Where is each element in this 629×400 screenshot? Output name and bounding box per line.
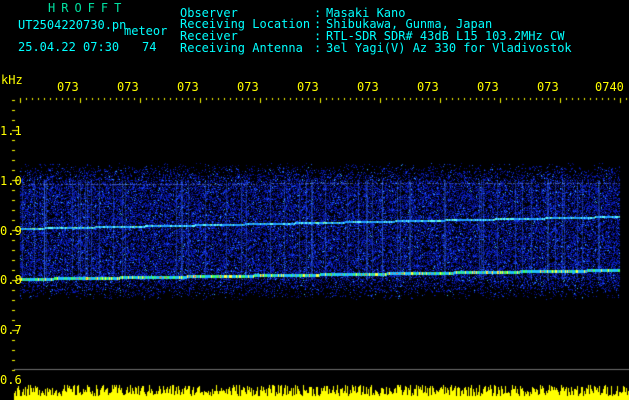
detection-type: meteor [124, 24, 168, 38]
freq-label: 0.8 [0, 273, 22, 287]
freq-label: 0.7 [0, 323, 22, 337]
app-logo: HROFFT [48, 1, 128, 15]
frequency-unit: kHz [1, 73, 23, 87]
info-label: Receiving Antenna [180, 41, 303, 55]
info-location: Receiving Location : Shibukawa, Gunma, J… [180, 17, 620, 31]
time-label: 073 [237, 80, 259, 94]
time-label: 073 [477, 80, 499, 94]
time-label: 073 [177, 80, 199, 94]
info-value: 3el Yagi(V) Az 330 for Vladivostok [326, 41, 572, 55]
time-label: 073 [357, 80, 379, 94]
info-receiver: Receiver : RTL-SDR SDR# 43dB L15 103.2MH… [180, 29, 620, 43]
meteor-count: 74 [142, 40, 157, 54]
time-label: 073 [57, 80, 79, 94]
time-label: 073 [297, 80, 319, 94]
freq-label: 0.6 [0, 373, 22, 387]
info-separator: : [314, 41, 322, 55]
freq-label: 1.0 [0, 174, 22, 188]
spectrogram-canvas [0, 0, 629, 400]
file-name: UT2504220730.pn [18, 18, 127, 32]
date-time: 25.04.22 07:30 [18, 40, 120, 54]
time-label: 073 [417, 80, 439, 94]
time-label: 0740 [595, 80, 624, 94]
time-label: 073 [117, 80, 139, 94]
freq-label: 1.1 [0, 124, 22, 138]
freq-label: 0.9 [0, 224, 22, 238]
time-label: 073 [537, 80, 559, 94]
info-antenna: Receiving Antenna : 3el Yagi(V) Az 330 f… [180, 41, 620, 55]
